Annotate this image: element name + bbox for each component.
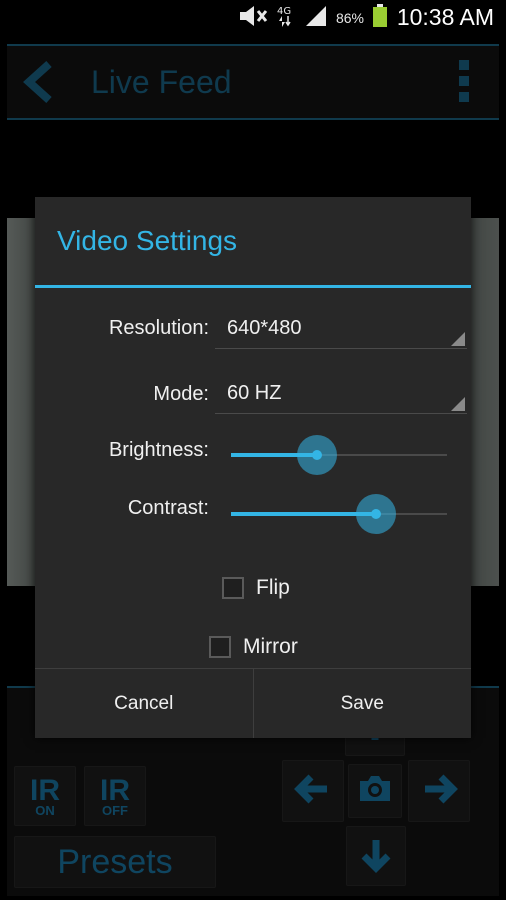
slider-thumb[interactable] xyxy=(370,509,381,519)
battery-percent: 86% xyxy=(335,10,364,26)
mode-label: Mode: xyxy=(153,383,209,405)
spinner-arrow-icon xyxy=(451,397,465,411)
video-settings-dialog: Video Settings Resolution: 640*480 Mode:… xyxy=(35,197,471,738)
spinner-arrow-icon xyxy=(451,332,465,346)
dialog-title: Video Settings xyxy=(57,225,238,256)
signal-icon xyxy=(304,5,328,32)
resolution-label: Resolution: xyxy=(108,317,209,339)
flip-label: Flip xyxy=(256,576,290,599)
mirror-checkbox[interactable] xyxy=(209,636,231,658)
brightness-label: Brightness: xyxy=(108,439,209,461)
contrast-slider[interactable] xyxy=(231,492,447,536)
brightness-slider[interactable] xyxy=(231,433,447,477)
battery-icon xyxy=(372,3,388,33)
mode-spinner[interactable]: 60 HZ xyxy=(215,374,467,414)
contrast-label: Contrast: xyxy=(127,497,209,519)
mirror-option[interactable]: Mirror xyxy=(209,635,298,659)
flip-option[interactable]: Flip xyxy=(222,576,290,600)
cancel-button[interactable]: Cancel xyxy=(35,669,253,738)
mirror-label: Mirror xyxy=(243,635,298,658)
flip-checkbox[interactable] xyxy=(222,577,244,599)
resolution-spinner[interactable]: 640*480 xyxy=(215,309,467,349)
dialog-button-bar: Cancel Save xyxy=(35,668,471,738)
status-icons: 4G 86% xyxy=(238,3,388,33)
title-divider xyxy=(35,285,471,288)
save-button[interactable]: Save xyxy=(252,669,472,738)
mode-value: 60 HZ xyxy=(227,382,282,404)
status-time: 10:38 AM xyxy=(396,4,494,30)
resolution-value: 640*480 xyxy=(227,317,302,339)
network-label: 4G xyxy=(277,6,291,17)
mute-icon xyxy=(238,5,268,32)
status-bar: 4G 86% 10:38 AM xyxy=(0,0,506,36)
slider-fill xyxy=(231,512,376,516)
network-4g-icon: 4G xyxy=(276,4,296,33)
